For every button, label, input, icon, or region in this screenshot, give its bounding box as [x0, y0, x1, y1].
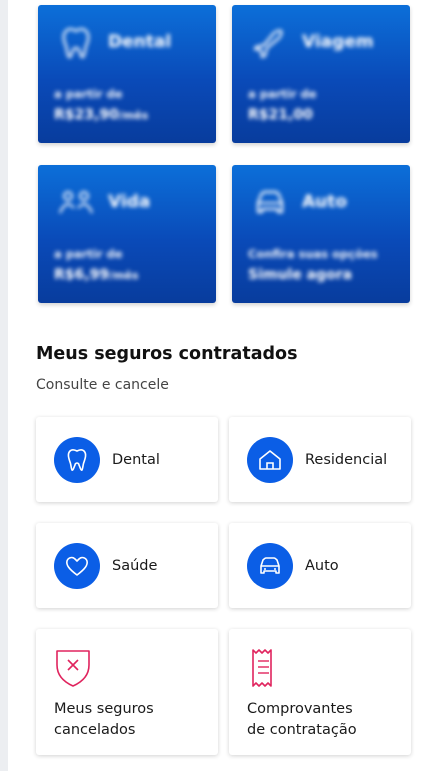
insurance-promo-grid: Dental a partir de R$23,90/mês Viagem a …	[38, 5, 410, 303]
promo-price: R$23,90/mês	[54, 107, 149, 123]
proofs-card[interactable]: Comprovantes de contratação	[229, 629, 411, 755]
promo-subtitle: a partir de	[54, 87, 123, 101]
policy-card-dental[interactable]: Dental	[36, 417, 218, 502]
policy-card-auto[interactable]: Auto	[229, 523, 411, 608]
car-icon	[256, 190, 284, 214]
policy-label: Saúde	[112, 557, 158, 574]
policy-label: Residencial	[305, 451, 388, 468]
policy-label: Auto	[305, 557, 339, 574]
contracted-policies-grid: Dental Residencial Saúde Auto Meus segur…	[36, 417, 411, 755]
policy-label: Dental	[112, 451, 160, 468]
section-title: Meus seguros contratados	[36, 344, 298, 364]
promo-title: Dental	[108, 32, 172, 52]
shield-cancel-icon	[56, 650, 90, 687]
left-edge-strip	[0, 0, 8, 771]
promo-subtitle: Confira suas opções	[248, 247, 378, 261]
family-icon	[59, 191, 93, 214]
promo-price: R$6,99/mês	[54, 267, 139, 283]
promo-card-vida[interactable]: Vida a partir de R$6,99/mês	[38, 165, 216, 303]
promo-price: R$21,00	[248, 107, 313, 123]
promo-card-dental[interactable]: Dental a partir de R$23,90/mês	[38, 5, 216, 143]
proofs-label: Comprovantes de contratação	[247, 701, 357, 738]
airplane-icon	[253, 29, 283, 59]
policy-card-residencial[interactable]: Residencial	[229, 417, 411, 502]
tooth-icon	[62, 28, 90, 59]
cancelled-policies-card[interactable]: Meus seguros cancelados	[36, 629, 218, 755]
heart-icon	[54, 542, 100, 589]
promo-title: Vida	[108, 192, 151, 212]
car-icon	[247, 542, 293, 589]
cancelled-policies-label: Meus seguros cancelados	[54, 701, 154, 738]
promo-card-viagem[interactable]: Viagem a partir de R$21,00	[232, 5, 410, 143]
policy-card-saude[interactable]: Saúde	[36, 523, 218, 608]
tooth-icon	[54, 436, 100, 483]
promo-title: Viagem	[302, 32, 374, 52]
receipt-icon	[252, 649, 272, 687]
promo-title: Auto	[302, 192, 348, 212]
promo-card-auto[interactable]: Auto Confira suas opções Simule agora	[232, 165, 410, 303]
promo-subtitle: a partir de	[248, 87, 317, 101]
promo-cta: Simule agora	[248, 267, 353, 283]
section-subtitle: Consulte e cancele	[36, 377, 169, 393]
house-icon	[247, 436, 293, 483]
promo-subtitle: a partir de	[54, 247, 123, 261]
